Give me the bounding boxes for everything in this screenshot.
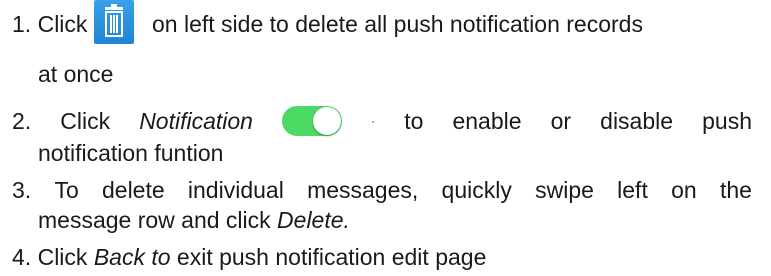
item-word: the: [719, 177, 752, 203]
toggle-switch-icon: [282, 106, 343, 136]
item-text: Click: [60, 108, 111, 134]
item-word: To: [54, 177, 79, 203]
item-emphasis: Delete.: [277, 207, 350, 233]
item-word: left: [617, 177, 648, 203]
instruction-item-1: 1. Click: [12, 10, 87, 38]
item-text: message row and click: [38, 207, 271, 233]
item-word: enable: [452, 108, 522, 134]
item-word: individual: [187, 177, 284, 203]
instruction-item-4: 4. Click Back to exit push notification …: [12, 243, 486, 271]
item-text: Click: [37, 244, 88, 270]
item-number: 4.: [12, 244, 32, 270]
item-word: on: [671, 177, 697, 203]
instruction-item-3-continuation: message row and click Delete.: [38, 206, 350, 234]
item-text: exit push notification edit page: [176, 244, 487, 270]
trash-icon: [94, 0, 134, 44]
item-word: or: [550, 108, 572, 134]
toggle-knob: [313, 107, 342, 135]
item-emphasis: Notification: [139, 108, 253, 134]
item-text: on left side to delete all push notifica…: [152, 11, 643, 37]
item-text: Click: [37, 11, 88, 37]
instruction-item-3: 3. To delete individual messages, quickl…: [12, 176, 752, 204]
separator-dot: ·: [371, 114, 376, 128]
instruction-item-2-continuation: notification funtion: [38, 139, 223, 167]
item-word: push: [702, 108, 752, 134]
item-text: at once: [38, 61, 114, 87]
item-word: quickly: [441, 177, 512, 203]
item-word: delete: [101, 177, 165, 203]
item-text: notification funtion: [38, 140, 224, 166]
item-number: 2.: [12, 108, 32, 134]
item-number: 1.: [12, 11, 32, 37]
instruction-item-2: 2. Click Notification · to enable or dis…: [12, 105, 752, 137]
item-word: messages,: [307, 177, 419, 203]
item-emphasis: Back to: [93, 244, 171, 270]
item-word: swipe: [535, 177, 594, 203]
instruction-item-1-continuation: at once: [38, 60, 113, 88]
item-word: to: [404, 108, 424, 134]
item-word: disable: [600, 108, 674, 134]
item-number: 3.: [12, 177, 32, 203]
instruction-item-1-rest: on left side to delete all push notifica…: [152, 10, 643, 38]
